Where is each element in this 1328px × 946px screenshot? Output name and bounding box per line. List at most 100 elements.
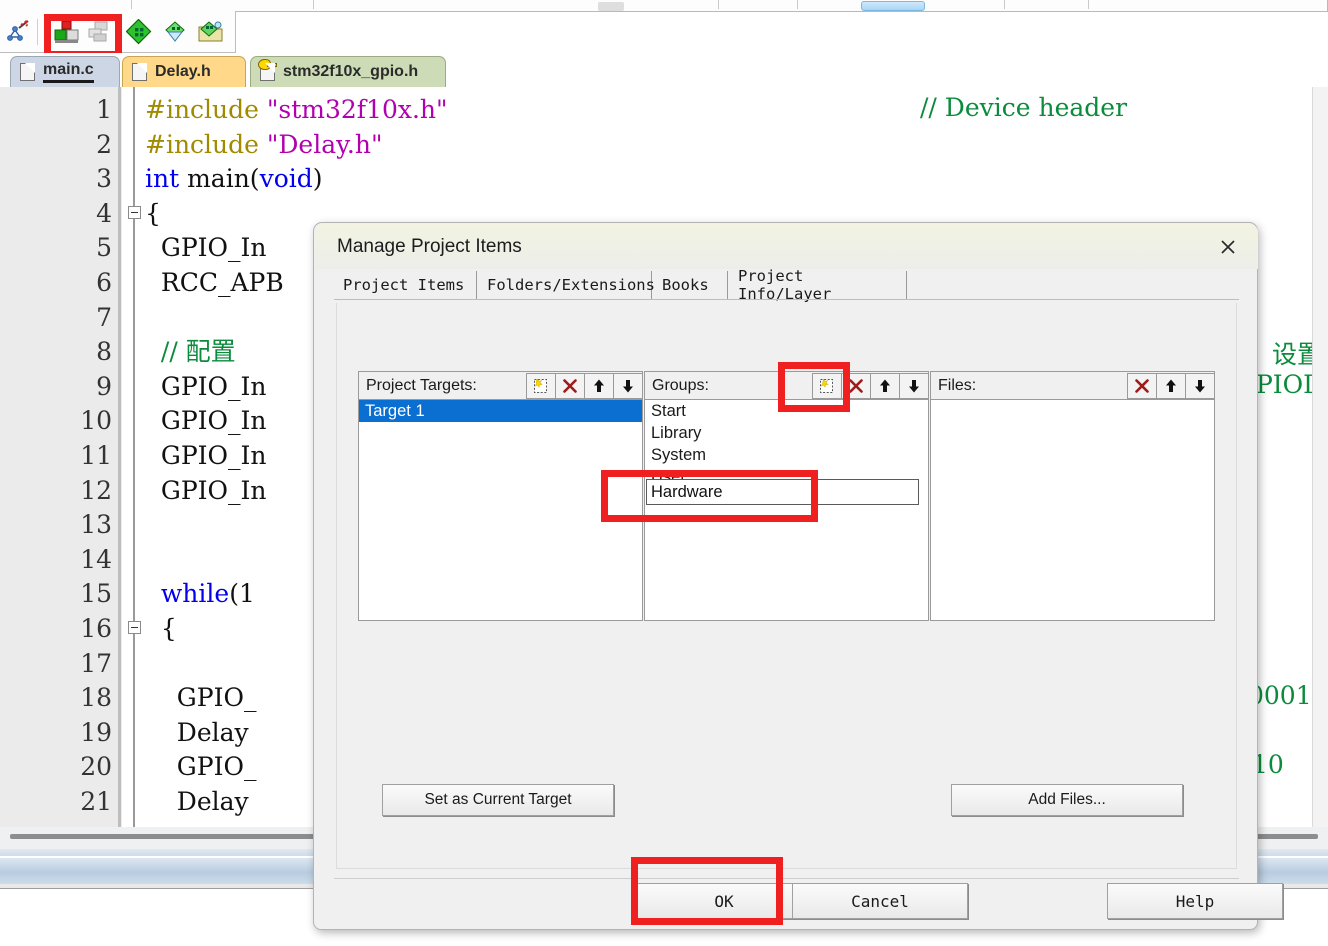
add-files-button[interactable]: Add Files...	[951, 784, 1183, 816]
toolbar-separator	[131, 0, 132, 9]
toolbar-divider	[37, 19, 38, 45]
new-item-icon[interactable]	[526, 372, 556, 399]
file-tab-main-c[interactable]: main.c	[10, 56, 120, 87]
manage-project-items-dialog: Manage Project Items Project Items Folde…	[313, 222, 1283, 930]
code-line: GPIO_	[145, 681, 257, 716]
code-line: while(1	[145, 577, 255, 612]
tab-label: Books	[662, 276, 709, 294]
dialog-title-bar: Manage Project Items	[315, 224, 1258, 269]
move-up-icon[interactable]	[584, 372, 614, 399]
tab-books[interactable]: Books	[653, 271, 728, 299]
code-token: int	[145, 164, 180, 194]
code-token: (1	[229, 579, 255, 609]
code-token: void	[259, 164, 313, 194]
toolbar-manage-project-items-highlight	[44, 14, 122, 58]
move-down-icon[interactable]	[1185, 372, 1215, 399]
code-token: #include	[145, 129, 267, 159]
dialog-bottom-divider	[334, 878, 1239, 879]
move-down-icon[interactable]	[613, 372, 643, 399]
code-line: {	[145, 197, 161, 232]
project-wizard-icon[interactable]	[4, 17, 34, 47]
line-number: 1	[96, 95, 112, 124]
code-token: {	[145, 614, 177, 643]
code-line: #include "Delay.h"	[145, 128, 382, 163]
code-line: GPIO_In	[145, 474, 267, 509]
line-number: 5	[96, 233, 112, 263]
file-tab-label: Delay.h	[155, 63, 211, 80]
line-number: 21	[80, 787, 112, 816]
files-header: Files:	[930, 371, 1215, 399]
editor-vertical-scrollbar[interactable]	[1312, 87, 1328, 827]
tab-folders-extensions[interactable]: Folders/Extensions	[478, 271, 655, 299]
line-number: 8	[96, 337, 112, 367]
close-icon[interactable]	[1214, 234, 1242, 260]
code-line: Delay	[145, 785, 249, 820]
line-number: 17	[80, 648, 112, 678]
line-number: 6	[96, 268, 112, 297]
batch-build-icon[interactable]	[160, 17, 190, 47]
line-number: 15	[80, 579, 112, 609]
project-targets-header: Project Targets:	[358, 371, 643, 399]
line-number: 13	[80, 510, 112, 540]
code-token: "stm32f10x.h"	[266, 95, 448, 124]
delete-icon[interactable]	[555, 372, 585, 399]
options-for-target-icon[interactable]	[124, 17, 154, 47]
code-token: GPIO_In	[145, 475, 267, 505]
tab-underline	[334, 299, 1239, 300]
code-token: GPIO_In	[145, 406, 267, 436]
files-caption: Files:	[938, 376, 977, 394]
code-token: GPIO_In	[145, 371, 267, 401]
file-tab-bar: main.c Delay.h stm32f10x_gpio.h	[0, 53, 1328, 87]
code-token: // 配置	[145, 337, 236, 367]
tab-project-items[interactable]: Project Items	[334, 271, 477, 299]
project-targets-caption: Project Targets:	[366, 376, 477, 394]
move-up-icon[interactable]	[1156, 372, 1186, 399]
line-number: 20	[80, 752, 112, 782]
line-number: 10	[80, 406, 112, 436]
code-line: #include "stm32f10x.h"	[145, 93, 448, 128]
list-item[interactable]: Target 1	[359, 400, 642, 422]
line-number: 4	[96, 198, 112, 228]
code-token: RCC_APB	[145, 268, 284, 297]
move-down-icon[interactable]	[899, 372, 929, 399]
code-fold-toggle[interactable]	[128, 621, 141, 634]
toolbar-separator	[797, 0, 798, 9]
help-button[interactable]: Help	[1107, 883, 1283, 919]
code-line: GPIO_In	[145, 439, 267, 474]
tab-project-info-layer[interactable]: Project Info/Layer	[729, 267, 907, 303]
file-tab-delay-h[interactable]: Delay.h	[122, 56, 246, 87]
document-icon	[132, 63, 147, 81]
list-item[interactable]: System	[645, 444, 928, 466]
code-line: GPIO_In	[145, 404, 267, 439]
code-token: GPIO_	[145, 683, 257, 713]
code-token: {	[145, 198, 161, 228]
line-number: 9	[96, 371, 112, 401]
files-list[interactable]	[930, 399, 1215, 621]
code-token: "Delay.h"	[266, 129, 383, 159]
code-token: main(	[179, 164, 260, 194]
toolbar-separator	[718, 0, 719, 9]
code-token: GPIO_	[145, 752, 257, 782]
groups-new-item-highlight	[778, 362, 850, 412]
toolbar-selected-target-chip[interactable]	[861, 1, 925, 11]
code-token: #include	[145, 95, 267, 124]
list-item[interactable]: Library	[645, 422, 928, 444]
line-number: 14	[80, 544, 112, 574]
toolbar-separator	[1004, 0, 1005, 9]
code-token: Delay	[145, 787, 249, 816]
document-key-icon	[258, 59, 277, 81]
file-tab-stm32f10x-gpio-h[interactable]: stm32f10x_gpio.h	[250, 56, 446, 87]
cancel-button[interactable]: Cancel	[792, 883, 968, 919]
line-number: 3	[96, 164, 112, 194]
configure-folders-icon[interactable]	[196, 17, 226, 47]
delete-icon[interactable]	[1127, 372, 1157, 399]
line-number: 7	[96, 302, 112, 332]
move-up-icon[interactable]	[870, 372, 900, 399]
code-token: while	[145, 579, 230, 609]
code-line: Delay	[145, 716, 249, 751]
tab-label: Project Items	[343, 276, 465, 294]
toolbar-dropdown-chip[interactable]	[598, 2, 624, 11]
set-as-current-target-button[interactable]: Set as Current Target	[382, 784, 614, 816]
code-line: GPIO_	[145, 750, 257, 785]
code-fold-toggle[interactable]	[128, 205, 141, 219]
